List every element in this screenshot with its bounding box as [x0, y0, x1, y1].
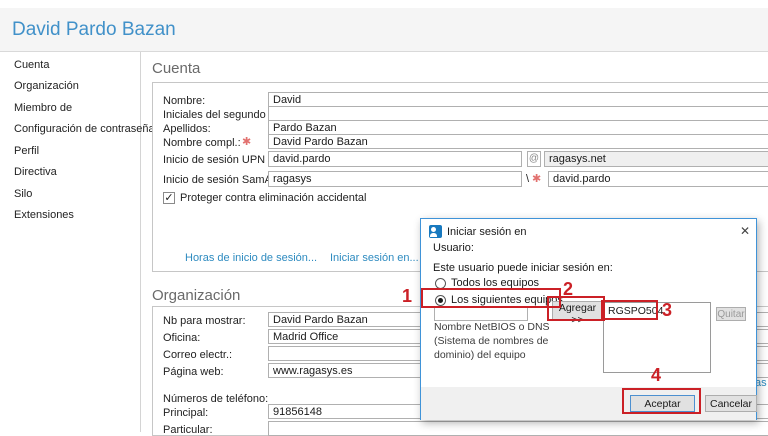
upn-domain-dropdown[interactable]: ragasys.net: [544, 151, 768, 167]
phone-numbers-label: Números de teléfono:: [163, 393, 268, 405]
netbios-helper-text: Nombre NetBIOS o DNS (Sistema de nombres…: [434, 320, 552, 362]
main-phone-label: Principal:: [163, 407, 208, 419]
organization-section-heading: Organización: [152, 287, 240, 304]
page-title: David Pardo Bazan: [12, 19, 176, 41]
computer-name-input[interactable]: [434, 306, 528, 321]
sidebar-item-cuenta[interactable]: Cuenta: [14, 59, 49, 71]
sidebar-item-extensiones[interactable]: Extensiones: [14, 209, 74, 221]
full-name-input[interactable]: [268, 134, 768, 149]
protect-deletion-label: Proteger contra eliminación accidental: [180, 192, 367, 204]
backslash-separator: \: [526, 173, 529, 185]
annotation-step-4: 4: [651, 365, 661, 386]
sidebar-item-organizacion[interactable]: Organización: [14, 80, 79, 92]
home-phone-input[interactable]: [268, 421, 768, 436]
required-asterisk-icon: ✱: [242, 135, 251, 148]
upn-logon-input[interactable]: [268, 151, 522, 167]
sidebar-item-miembro-de[interactable]: Miembro de: [14, 102, 72, 114]
sidebar-divider: [140, 52, 141, 432]
sidebar-item-configuracion-contrasena[interactable]: Configuración de contraseña: [14, 123, 155, 135]
dialog-title: Iniciar sesión en: [447, 226, 527, 238]
close-icon[interactable]: ✕: [736, 223, 754, 239]
logon-hours-link[interactable]: Horas de inicio de sesión...: [185, 252, 317, 264]
display-name-label: Nb para mostrar:: [163, 315, 246, 327]
sam-domain-input[interactable]: [268, 171, 522, 187]
last-name-input[interactable]: [268, 120, 768, 135]
logon-instruction: Este usuario puede iniciar sesión en:: [433, 262, 613, 274]
annotation-step-1: 1: [402, 286, 412, 307]
annotation-step-2: 2: [563, 279, 573, 300]
logon-to-link[interactable]: Iniciar sesión en...: [330, 252, 419, 264]
first-name-input[interactable]: [268, 92, 768, 107]
at-sign-separator: @: [527, 151, 541, 167]
home-phone-label: Particular:: [163, 424, 213, 436]
annotation-box-1: [421, 288, 561, 308]
cancel-button[interactable]: Cancelar: [705, 395, 757, 412]
middle-initials-input[interactable]: [268, 106, 768, 121]
annotation-box-4: [622, 388, 701, 414]
protect-deletion-checkbox[interactable]: ✓: [163, 192, 175, 204]
office-label: Oficina:: [163, 332, 200, 344]
sam-user-input[interactable]: [548, 171, 768, 187]
remove-button[interactable]: Quitar: [716, 307, 746, 321]
first-name-label: Nombre:: [163, 95, 205, 107]
annotation-box-2: [547, 296, 605, 321]
sidebar-item-silo[interactable]: Silo: [14, 188, 32, 200]
user-dialog-icon: [429, 225, 442, 238]
email-label: Correo electr.:: [163, 349, 232, 361]
last-name-label: Apellidos:: [163, 123, 211, 135]
web-page-label: Página web:: [163, 366, 224, 378]
required-asterisk-icon: ✱: [532, 172, 541, 185]
user-label: Usuario:: [433, 242, 474, 254]
account-section-heading: Cuenta: [152, 60, 200, 77]
annotation-box-3: [601, 300, 658, 320]
full-name-label: Nombre compl.:: [163, 137, 241, 149]
sidebar-item-directiva[interactable]: Directiva: [14, 166, 57, 178]
sidebar-item-perfil[interactable]: Perfil: [14, 145, 39, 157]
annotation-step-3: 3: [662, 300, 672, 321]
